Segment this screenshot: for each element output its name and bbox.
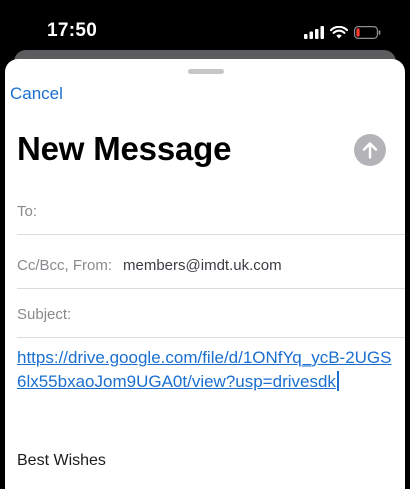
- compose-sheet: Cancel New Message To: Cc/Bcc, From: mem…: [5, 59, 405, 489]
- cc-from-field[interactable]: Cc/Bcc, From: members@imdt.uk.com: [5, 243, 405, 289]
- send-button[interactable]: [354, 134, 386, 166]
- arrow-up-icon: [362, 141, 378, 159]
- status-icons: [304, 24, 381, 40]
- divider: [17, 337, 405, 338]
- cancel-button[interactable]: Cancel: [10, 84, 63, 104]
- subject-field[interactable]: Subject:: [5, 292, 405, 338]
- cc-from-label: Cc/Bcc, From:: [17, 257, 113, 274]
- wifi-icon: [329, 25, 349, 39]
- signature-text: Best Wishes: [17, 452, 106, 469]
- to-label: To:: [17, 203, 38, 220]
- subject-label: Subject:: [17, 306, 72, 323]
- text-cursor: [336, 371, 339, 391]
- battery-low-icon: [354, 25, 381, 39]
- from-address[interactable]: members@imdt.uk.com: [123, 243, 282, 289]
- page-title: New Message: [17, 130, 232, 167]
- cellular-signal-icon: [304, 25, 324, 39]
- divider: [17, 288, 405, 289]
- sheet-grabber[interactable]: [188, 69, 224, 74]
- to-field[interactable]: To:: [5, 189, 405, 235]
- drive-link[interactable]: https://drive.google.com/file/d/1ONfYq_y…: [17, 348, 392, 391]
- message-body[interactable]: https://drive.google.com/file/d/1ONfYq_y…: [17, 346, 397, 394]
- divider: [17, 234, 405, 235]
- status-time: 17:50: [47, 20, 98, 41]
